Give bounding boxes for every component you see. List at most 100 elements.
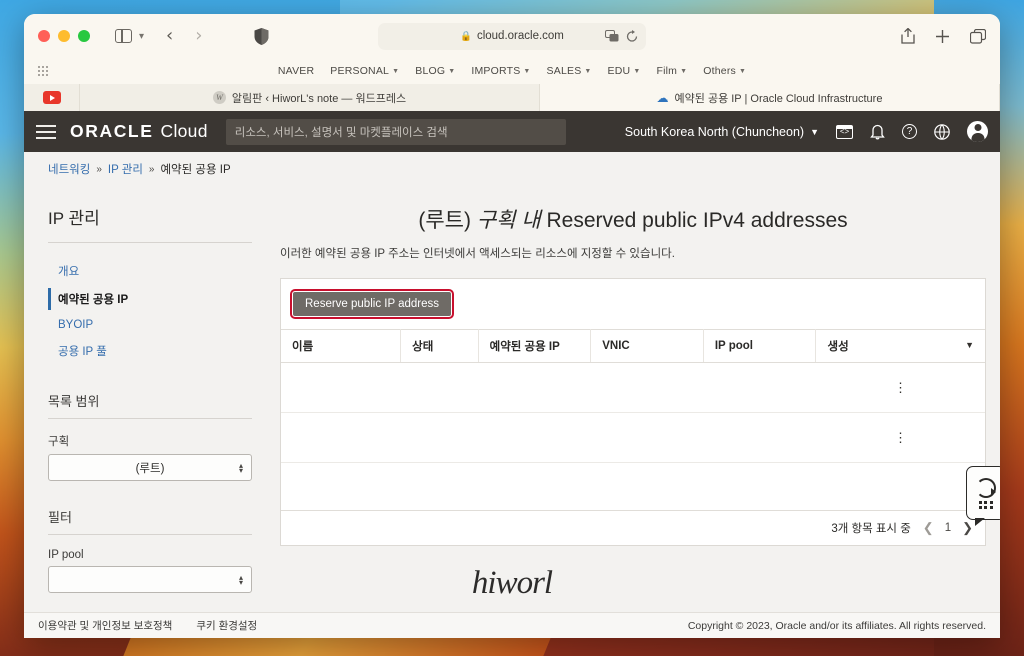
footer-link-terms-privacy[interactable]: 이용약관 및 개인정보 보호정책 bbox=[38, 618, 172, 633]
table-header-row: 이름 상태 예약된 공용 IP VNIC IP pool 생성 ▼ bbox=[281, 329, 985, 363]
footer-links: 이용약관 및 개인정보 보호정책 쿠키 환경설정 bbox=[38, 618, 257, 633]
translate-icon[interactable] bbox=[605, 30, 619, 42]
footer-link-cookie-preferences[interactable]: 쿠키 환경설정 bbox=[196, 618, 257, 633]
language-globe-icon[interactable] bbox=[934, 123, 950, 140]
tab-overview-icon[interactable] bbox=[970, 28, 986, 44]
cell-state bbox=[400, 362, 479, 413]
bookmark-sales[interactable]: SALES ▼ bbox=[547, 65, 592, 77]
url-bar[interactable]: 🔒 cloud.oracle.com bbox=[378, 22, 646, 50]
chevron-down-icon: ▼ bbox=[680, 67, 688, 75]
column-header-ip-pool[interactable]: IP pool bbox=[703, 329, 817, 363]
hamburger-menu-icon[interactable] bbox=[36, 124, 56, 139]
cloud-shell-icon[interactable]: <> bbox=[836, 124, 853, 139]
lock-icon: 🔒 bbox=[460, 30, 472, 42]
cell-ip-pool bbox=[703, 412, 816, 463]
sidebar-item-public-ip-pool[interactable]: 공용 IP 풀 bbox=[48, 337, 252, 365]
console-search-input[interactable]: 리소스, 서비스, 설명서 및 마켓플레이스 검색 bbox=[225, 118, 566, 145]
sidebar-toggle-button[interactable]: ▾ bbox=[115, 29, 144, 43]
console-header: ORACLE Cloud 리소스, 서비스, 설명서 및 마켓플레이스 검색 S… bbox=[24, 111, 1000, 152]
bookmark-naver[interactable]: NAVER bbox=[278, 65, 314, 77]
toolbar-right-actions bbox=[901, 28, 986, 44]
column-header-vnic[interactable]: VNIC bbox=[590, 329, 704, 363]
plus-icon[interactable] bbox=[935, 29, 950, 44]
chevron-down-icon: ▼ bbox=[448, 67, 456, 75]
page-title-prefix: (루트) bbox=[418, 209, 471, 232]
cell-ip-pool bbox=[703, 362, 816, 413]
chevron-down-icon: ▼ bbox=[392, 67, 400, 75]
sidebar-title: IP 관리 bbox=[48, 209, 100, 228]
row-actions-kebab-menu-icon[interactable]: ⋮ bbox=[815, 412, 985, 463]
bookmark-edu[interactable]: EDU ▼ bbox=[608, 65, 641, 77]
notifications-bell-icon[interactable] bbox=[870, 123, 885, 140]
bookmark-imports[interactable]: IMPORTS ▼ bbox=[471, 65, 530, 77]
rotate-arrow-icon[interactable] bbox=[976, 477, 996, 498]
close-window-button[interactable] bbox=[38, 30, 50, 42]
copyright-text: Copyright © 2023, Oracle and/or its affi… bbox=[687, 619, 986, 632]
apps-grid-icon[interactable] bbox=[38, 65, 49, 77]
column-header-name[interactable]: 이름 bbox=[281, 329, 402, 363]
row-actions-kebab-menu-icon[interactable]: ⋮ bbox=[815, 362, 985, 413]
sidebar-item-byoip[interactable]: BYOIP bbox=[48, 313, 252, 337]
breadcrumb-separator: » bbox=[148, 163, 155, 175]
column-header-created[interactable]: 생성 ▼ bbox=[815, 329, 985, 363]
help-question-icon[interactable]: ? bbox=[902, 124, 917, 139]
sidebar-item-overview[interactable]: 개요 bbox=[48, 257, 252, 285]
chevron-right-icon[interactable]: ❯ bbox=[962, 520, 973, 536]
ip-pool-select[interactable]: ▴ ▾ bbox=[48, 566, 252, 593]
column-header-reserved-ip[interactable]: 예약된 공용 IP bbox=[478, 329, 592, 363]
forward-arrow-icon[interactable]: › bbox=[195, 27, 202, 45]
youtube-icon bbox=[42, 91, 61, 104]
breadcrumb: 네트워킹 » IP 관리 » 예약된 공용 IP bbox=[24, 152, 1000, 186]
breadcrumb-ip-management[interactable]: IP 관리 bbox=[108, 161, 143, 177]
oracle-cloud-logo[interactable]: ORACLE Cloud bbox=[70, 121, 208, 142]
breadcrumb-networking[interactable]: 네트워킹 bbox=[48, 161, 90, 177]
page-title: (루트) 구획 내 Reserved public IPv4 addresses bbox=[280, 204, 986, 234]
minimize-window-button[interactable] bbox=[58, 30, 70, 42]
share-icon[interactable] bbox=[901, 28, 915, 44]
shield-icon[interactable] bbox=[254, 27, 269, 45]
tab-title: 알림판 ‹ HiworL's note — 워드프레스 bbox=[231, 92, 407, 105]
resource-table-card: Reserve public IP address 이름 상태 예약된 공용 I… bbox=[280, 278, 986, 546]
tab-oracle-cloud[interactable]: ☁ 예약된 공용 IP | Oracle Cloud Infrastructur… bbox=[540, 84, 1000, 111]
caret-down-icon[interactable]: ▼ bbox=[965, 340, 974, 350]
ip-pool-label: IP pool bbox=[48, 549, 84, 561]
bookmarks-bar: NAVER PERSONAL ▼ BLOG ▼ IMPORTS ▼ SALES … bbox=[24, 58, 1000, 84]
chevron-down-icon: ▼ bbox=[633, 67, 641, 75]
maximize-window-button[interactable] bbox=[78, 30, 90, 42]
column-header-state[interactable]: 상태 bbox=[400, 329, 479, 363]
bookmark-film[interactable]: Film ▼ bbox=[656, 65, 687, 77]
keypad-dots-icon[interactable] bbox=[978, 500, 994, 509]
cell-reserved-ip bbox=[478, 412, 591, 463]
main-content: (루트) 구획 내 Reserved public IPv4 addresses… bbox=[276, 186, 1000, 612]
tab-wordpress[interactable]: W 알림판 ‹ HiworL's note — 워드프레스 bbox=[80, 84, 540, 111]
compartment-label: 구획 bbox=[48, 436, 70, 448]
divider bbox=[48, 534, 252, 535]
url-text: cloud.oracle.com bbox=[476, 30, 564, 42]
console-header-actions: South Korea North (Chuncheon) ▼ <> ? bbox=[625, 121, 988, 142]
chevron-left-icon[interactable]: ❮ bbox=[923, 520, 934, 536]
sidebar-item-reserved-public-ip[interactable]: 예약된 공용 IP bbox=[48, 285, 252, 313]
sidebar-item-label: BYOIP bbox=[58, 319, 94, 331]
divider bbox=[48, 242, 252, 243]
tab-youtube[interactable] bbox=[24, 84, 80, 111]
table-row[interactable]: ⋮ bbox=[281, 362, 985, 413]
reload-icon[interactable] bbox=[626, 29, 638, 43]
compartment-select[interactable]: (루트) ▴ ▾ bbox=[48, 454, 252, 481]
page-footer: 이용약관 및 개인정보 보호정책 쿠키 환경설정 Copyright © 202… bbox=[24, 612, 1000, 638]
browser-toolbar: ▾ ‹ › 🔒 cloud.oracle.com bbox=[24, 14, 1000, 58]
divider bbox=[48, 418, 252, 419]
table-row[interactable]: ⋮ bbox=[281, 412, 985, 463]
cell-state bbox=[400, 412, 479, 463]
reserve-public-ip-address-button[interactable]: Reserve public IP address bbox=[289, 289, 455, 319]
bookmark-others[interactable]: Others ▼ bbox=[703, 65, 746, 77]
screen-recorder-widget[interactable] bbox=[966, 466, 1000, 526]
tab-strip: W 알림판 ‹ HiworL's note — 워드프레스 ☁ 예약된 공용 I… bbox=[24, 84, 1000, 111]
region-selector[interactable]: South Korea North (Chuncheon) ▼ bbox=[625, 125, 819, 139]
back-arrow-icon[interactable]: ‹ bbox=[166, 27, 173, 45]
user-avatar-icon[interactable] bbox=[967, 121, 988, 142]
bookmark-personal[interactable]: PERSONAL ▼ bbox=[330, 65, 399, 77]
chevron-down-icon[interactable]: ▾ bbox=[139, 31, 144, 42]
cell-reserved-ip bbox=[478, 362, 591, 413]
page-number: 1 bbox=[944, 522, 952, 534]
bookmark-blog[interactable]: BLOG ▼ bbox=[415, 65, 455, 77]
